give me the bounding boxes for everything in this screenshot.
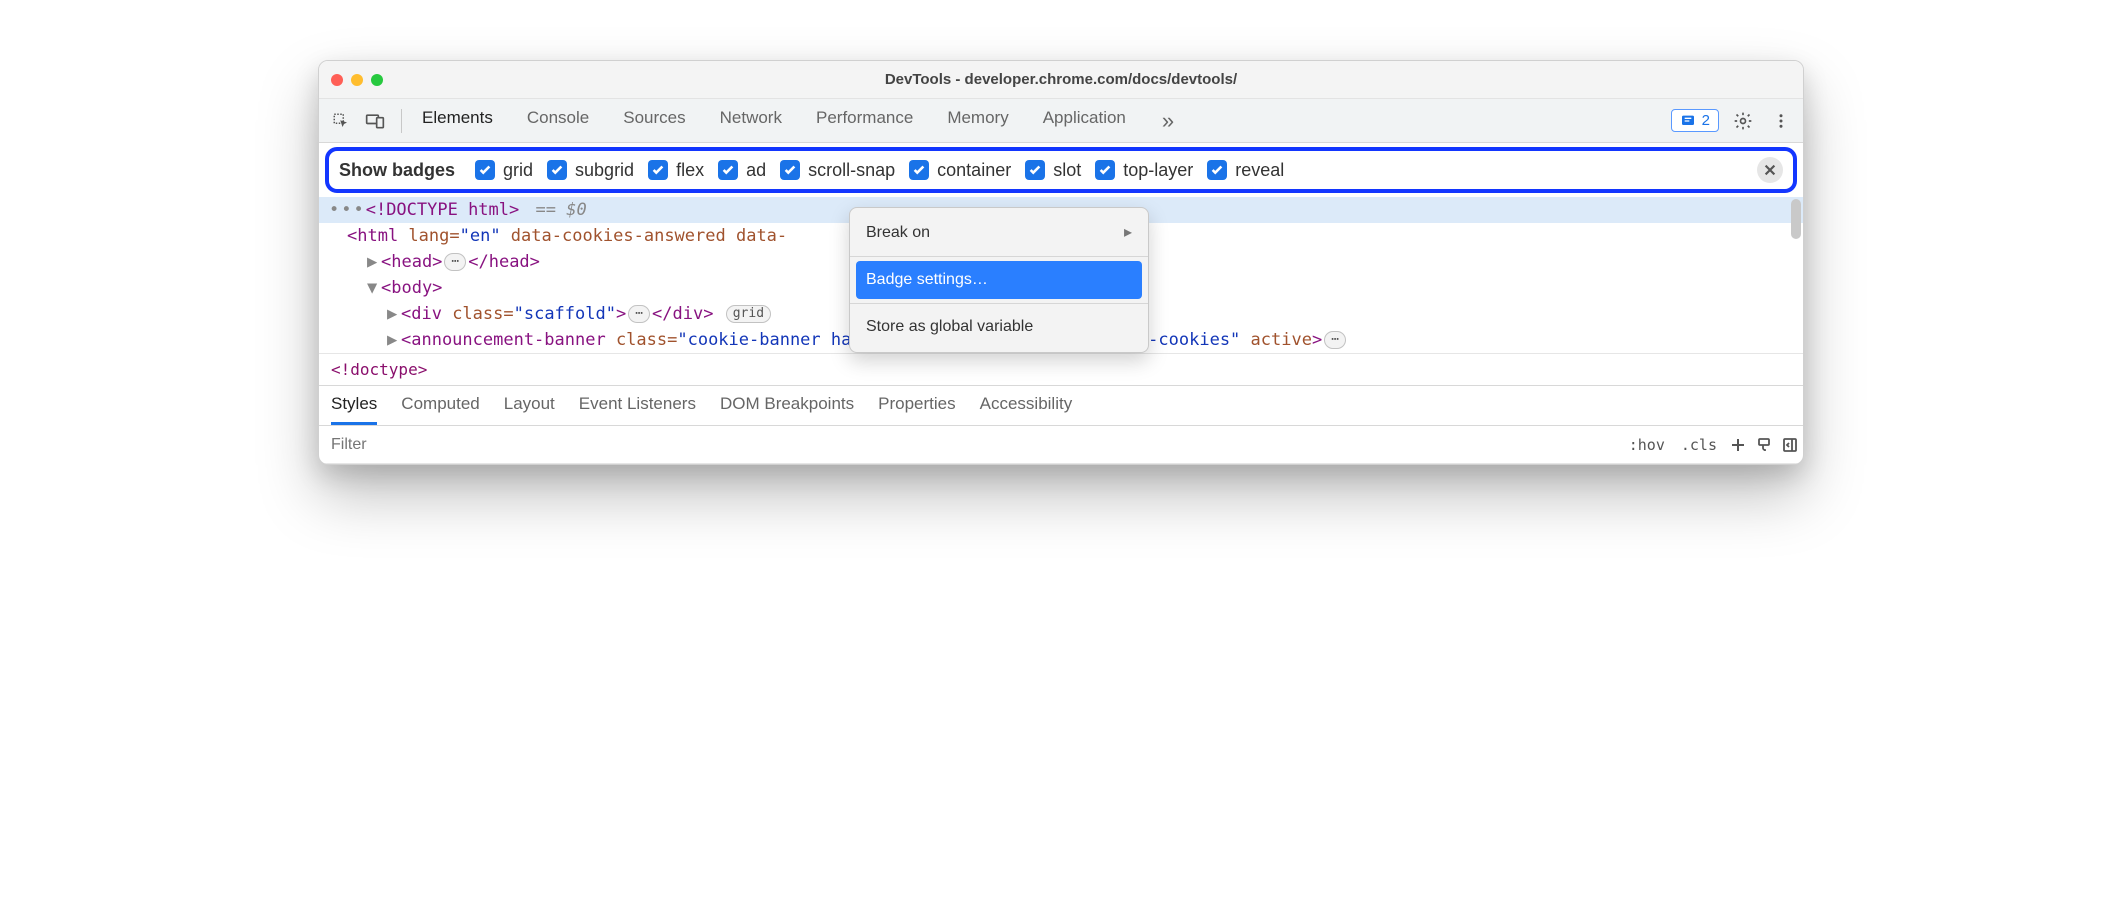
main-toolbar: Elements Console Sources Network Perform… xyxy=(319,99,1803,143)
inspect-element-icon[interactable] xyxy=(327,107,355,135)
breadcrumb[interactable]: <!doctype> xyxy=(319,353,1803,386)
ellipsis-icon: ••• xyxy=(329,200,366,220)
tab-elements[interactable]: Elements xyxy=(418,108,497,134)
ellipsis-pill[interactable]: ⋯ xyxy=(1324,331,1346,349)
toolbar-right: 2 xyxy=(1671,107,1795,135)
gear-icon[interactable] xyxy=(1729,107,1757,135)
styles-tab-computed[interactable]: Computed xyxy=(401,394,479,425)
kebab-menu-icon[interactable] xyxy=(1767,107,1795,135)
minimize-window-button[interactable] xyxy=(351,74,363,86)
maximize-window-button[interactable] xyxy=(371,74,383,86)
new-style-rule-icon[interactable] xyxy=(1725,437,1751,453)
dom-tree[interactable]: •••<!DOCTYPE html> == $0 <html lang="en"… xyxy=(319,197,1803,353)
tab-application[interactable]: Application xyxy=(1039,108,1130,134)
styles-filter-input[interactable] xyxy=(319,436,1621,454)
styles-filter-row: :hov .cls xyxy=(319,426,1803,464)
ellipsis-pill[interactable]: ⋯ xyxy=(628,305,650,323)
show-badges-label: Show badges xyxy=(339,160,455,181)
close-badge-settings-button[interactable] xyxy=(1757,157,1783,183)
ellipsis-pill[interactable]: ⋯ xyxy=(444,253,466,271)
devtools-window: DevTools - developer.chrome.com/docs/dev… xyxy=(318,60,1804,465)
titlebar: DevTools - developer.chrome.com/docs/dev… xyxy=(319,61,1803,99)
tab-performance[interactable]: Performance xyxy=(812,108,917,134)
badge-checkbox-top-layer[interactable]: top-layer xyxy=(1095,160,1193,181)
context-menu-separator xyxy=(850,303,1148,304)
badge-checkbox-grid[interactable]: grid xyxy=(475,160,533,181)
styles-tab-styles[interactable]: Styles xyxy=(331,394,377,425)
close-window-button[interactable] xyxy=(331,74,343,86)
cls-button[interactable]: .cls xyxy=(1673,436,1725,454)
traffic-lights xyxy=(331,74,383,86)
context-menu-separator xyxy=(850,256,1148,257)
context-menu-badge-settings[interactable]: Badge settings… xyxy=(856,261,1142,299)
expand-caret-icon[interactable]: ▶ xyxy=(387,301,399,327)
badge-checkbox-ad[interactable]: ad xyxy=(718,160,766,181)
styles-tab-accessibility[interactable]: Accessibility xyxy=(980,394,1073,425)
tab-sources[interactable]: Sources xyxy=(619,108,689,134)
tab-console[interactable]: Console xyxy=(523,108,593,134)
styles-tab-layout[interactable]: Layout xyxy=(504,394,555,425)
toolbar-separator xyxy=(401,109,402,133)
expand-caret-icon[interactable]: ▶ xyxy=(387,327,399,353)
panel-tabs: Elements Console Sources Network Perform… xyxy=(418,108,1657,134)
more-tabs-icon[interactable]: » xyxy=(1156,108,1180,134)
badge-checkbox-container[interactable]: container xyxy=(909,160,1011,181)
tab-network[interactable]: Network xyxy=(716,108,786,134)
context-menu-break-on[interactable]: Break on ▸ xyxy=(850,214,1148,252)
tab-memory[interactable]: Memory xyxy=(943,108,1012,134)
badge-checkbox-subgrid[interactable]: subgrid xyxy=(547,160,634,181)
chevron-right-icon: ▸ xyxy=(1124,220,1132,246)
window-title: DevTools - developer.chrome.com/docs/dev… xyxy=(319,71,1803,88)
context-menu-store-global[interactable]: Store as global variable xyxy=(850,308,1148,346)
badge-checkbox-flex[interactable]: flex xyxy=(648,160,704,181)
issues-button[interactable]: 2 xyxy=(1671,109,1719,132)
badge-checkbox-reveal[interactable]: reveal xyxy=(1207,160,1284,181)
collapse-caret-icon[interactable]: ▼ xyxy=(367,275,379,301)
context-menu: Break on ▸ Badge settings… Store as glob… xyxy=(849,207,1149,353)
paint-brush-icon[interactable] xyxy=(1751,437,1777,453)
styles-tab-event-listeners[interactable]: Event Listeners xyxy=(579,394,696,425)
grid-badge[interactable]: grid xyxy=(726,305,771,323)
toggle-sidebar-icon[interactable] xyxy=(1777,437,1803,453)
styles-tab-dom-breakpoints[interactable]: DOM Breakpoints xyxy=(720,394,854,425)
issues-count: 2 xyxy=(1702,112,1710,129)
badge-settings-bar: Show badges grid subgrid flex ad scroll-… xyxy=(325,147,1797,193)
badge-checkbox-slot[interactable]: slot xyxy=(1025,160,1081,181)
scrollbar-thumb[interactable] xyxy=(1791,199,1801,239)
styles-tab-properties[interactable]: Properties xyxy=(878,394,955,425)
styles-panel-tabs: Styles Computed Layout Event Listeners D… xyxy=(319,386,1803,426)
device-toggle-icon[interactable] xyxy=(361,107,389,135)
selected-node-marker: == $0 xyxy=(536,200,587,220)
hov-button[interactable]: :hov xyxy=(1621,436,1673,454)
expand-caret-icon[interactable]: ▶ xyxy=(367,249,379,275)
badge-checkbox-scroll-snap[interactable]: scroll-snap xyxy=(780,160,895,181)
